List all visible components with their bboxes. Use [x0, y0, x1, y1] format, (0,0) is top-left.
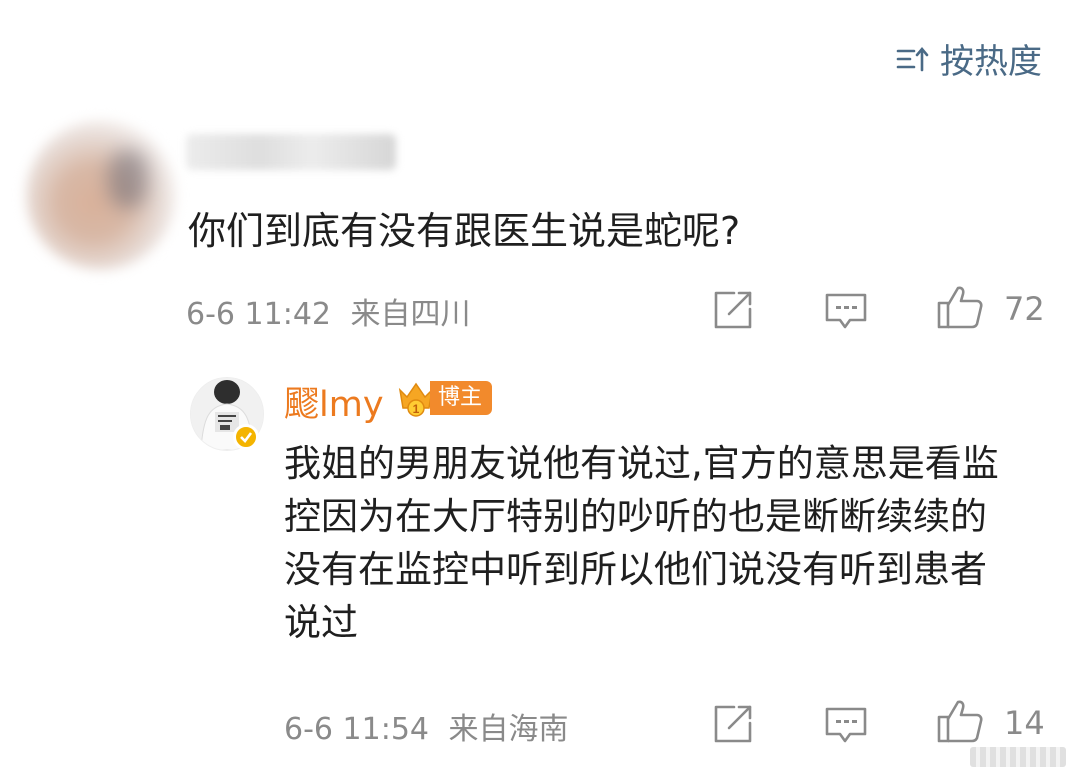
author-badge-label: 博主	[430, 381, 493, 415]
comment-time: 6-6 11:42	[186, 297, 331, 332]
comment-meta: 6-6 11:42 来自四川	[186, 289, 471, 333]
reply-text: 我姐的男朋友说他有说过,官方的意思是看监控因为在大厅特别的吵听的也是断断续续的没…	[284, 442, 999, 644]
comment-icon	[825, 293, 867, 329]
author-badge: 1 博主	[396, 378, 493, 418]
comment-reply-button[interactable]	[824, 292, 868, 332]
reply-location: 来自海南	[448, 712, 569, 747]
comment-text: 你们到底有没有跟医生说是蛇呢?	[188, 209, 741, 253]
commenter-name-blurred[interactable]	[186, 134, 396, 170]
thumbs-up-icon	[937, 700, 983, 743]
share-icon	[714, 291, 752, 329]
sort-by-hot-button[interactable]: 按热度	[896, 34, 1042, 83]
like-count: 72	[1004, 290, 1045, 328]
verified-badge-icon	[233, 424, 259, 450]
share-icon	[714, 705, 752, 743]
like-button[interactable]	[936, 284, 984, 330]
reply-comment-button[interactable]	[824, 706, 868, 746]
share-button[interactable]	[712, 290, 754, 330]
sort-icon	[896, 46, 929, 71]
reply-time: 6-6 11:54	[284, 712, 429, 747]
badge-level: 1	[413, 402, 420, 416]
commenter-avatar[interactable]	[26, 120, 176, 270]
reply-like-count: 14	[1004, 704, 1045, 742]
sort-label: 按热度	[940, 42, 1042, 82]
reply-meta: 6-6 11:54 来自海南	[284, 704, 569, 748]
thumbs-up-icon	[937, 286, 983, 329]
comment-location: 来自四川	[350, 297, 471, 332]
reply-share-button[interactable]	[712, 704, 754, 744]
reply-like-button[interactable]	[936, 698, 984, 744]
reply-username[interactable]: 飂lmy	[284, 376, 384, 427]
watermark	[970, 747, 1066, 767]
comment-icon	[825, 707, 867, 743]
